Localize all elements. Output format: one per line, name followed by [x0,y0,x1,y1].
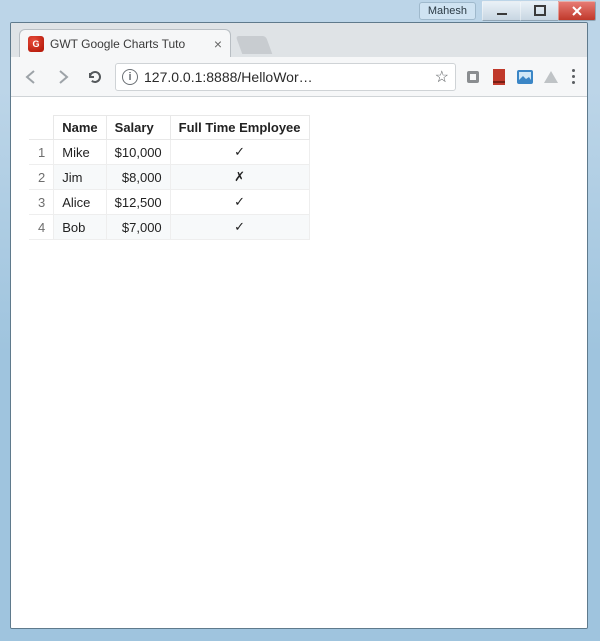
cell-fte: ✓ [170,140,309,165]
extension-icon-3[interactable] [516,68,534,86]
row-number: 1 [30,140,54,165]
table-row[interactable]: 1 Mike $10,000 ✓ [30,140,310,165]
cell-salary: $10,000 [106,140,170,165]
table-row[interactable]: 2 Jim $8,000 ✗ [30,165,310,190]
tab-close-icon[interactable]: × [214,37,222,51]
col-header-salary[interactable]: Salary [106,116,170,140]
data-table: Name Salary Full Time Employee 1 Mike $1… [29,115,310,240]
close-icon [571,5,583,17]
drive-icon [543,70,559,84]
tab-strip: G GWT Google Charts Tuto × [11,23,587,57]
browser-toolbar: i 127.0.0.1:8888/HelloWor… ☆ [11,57,587,97]
table-row[interactable]: 4 Bob $7,000 ✓ [30,215,310,240]
bookmark-star-icon[interactable]: ☆ [435,67,449,87]
maximize-button[interactable] [520,1,558,21]
cell-name: Jim [54,165,106,190]
back-icon [22,68,40,86]
maximize-icon [534,5,546,17]
browser-window: G GWT Google Charts Tuto × i 127.0.0.1:8… [10,22,588,629]
browser-tab[interactable]: G GWT Google Charts Tuto × [19,29,231,57]
table-row[interactable]: 3 Alice $12,500 ✓ [30,190,310,215]
cell-fte: ✓ [170,190,309,215]
col-header-fte[interactable]: Full Time Employee [170,116,309,140]
picture-icon [517,70,533,84]
extension-icon-4[interactable] [542,68,560,86]
profile-name: Mahesh [428,5,467,17]
cell-fte: ✓ [170,215,309,240]
cell-fte: ✗ [170,165,309,190]
cell-name: Alice [54,190,106,215]
profile-chip[interactable]: Mahesh [419,2,476,20]
address-bar[interactable]: i 127.0.0.1:8888/HelloWor… ☆ [115,63,456,91]
forward-button[interactable] [51,65,75,89]
cell-name: Bob [54,215,106,240]
menu-dot-icon [572,75,575,78]
site-info-icon[interactable]: i [122,69,138,85]
favicon-letter: G [32,39,39,49]
extension-icon-1[interactable] [464,68,482,86]
cell-salary: $8,000 [106,165,170,190]
favicon-icon: G [28,36,44,52]
reload-button[interactable] [83,65,107,89]
cell-salary: $12,500 [106,190,170,215]
url-text: 127.0.0.1:8888/HelloWor… [144,69,429,85]
row-number-header [30,116,54,140]
minimize-button[interactable] [482,1,520,21]
menu-dot-icon [572,81,575,84]
menu-dot-icon [572,69,575,72]
block-icon [465,69,481,85]
row-number: 4 [30,215,54,240]
page-viewport: Name Salary Full Time Employee 1 Mike $1… [11,97,587,628]
cell-salary: $7,000 [106,215,170,240]
close-button[interactable] [558,1,596,21]
window-titlebar: Mahesh [0,0,600,22]
reload-icon [86,68,104,86]
row-number: 2 [30,165,54,190]
book-icon [492,69,506,85]
extension-icon-2[interactable] [490,68,508,86]
forward-icon [54,68,72,86]
tab-title: GWT Google Charts Tuto [50,37,208,51]
new-tab-button[interactable] [236,36,273,54]
cell-name: Mike [54,140,106,165]
browser-menu-button[interactable] [568,69,579,84]
row-number: 3 [30,190,54,215]
back-button[interactable] [19,65,43,89]
minimize-icon [496,5,508,17]
col-header-name[interactable]: Name [54,116,106,140]
